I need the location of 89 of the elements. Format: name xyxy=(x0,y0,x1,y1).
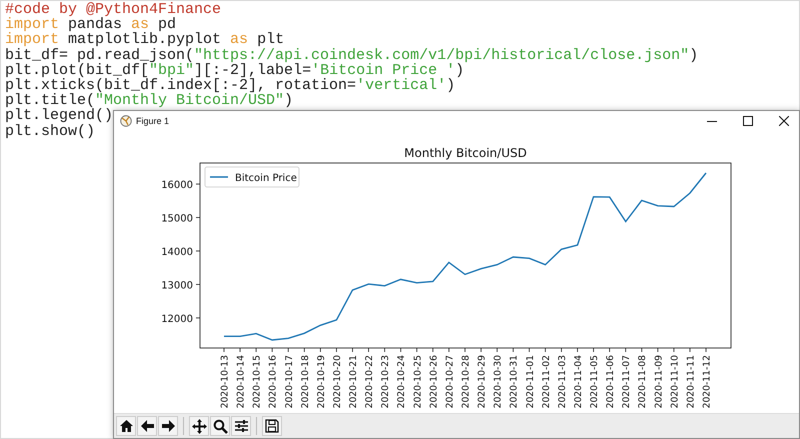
pan-button[interactable] xyxy=(189,416,209,436)
x-tick-label: 2020-11-02 xyxy=(540,355,552,408)
x-tick xyxy=(400,348,402,352)
x-tick-label: 2020-11-04 xyxy=(572,355,584,408)
code-line: import pandas as pd xyxy=(5,17,176,32)
x-tick xyxy=(352,348,353,352)
zoom-button[interactable] xyxy=(210,416,230,436)
forward-button[interactable] xyxy=(158,416,178,436)
x-tick-label: 2020-10-19 xyxy=(316,355,327,408)
maximize-icon[interactable] xyxy=(743,116,753,126)
x-tick-label: 2020-10-24 xyxy=(396,355,408,408)
x-tick xyxy=(641,348,642,352)
x-tick xyxy=(593,348,594,352)
x-tick xyxy=(432,348,434,352)
x-tick-label: 2020-11-10 xyxy=(669,355,680,408)
code-line: plt.title("Monthly Bitcoin/USD") xyxy=(5,93,294,108)
chart-title: Monthly Bitcoin/USD xyxy=(404,146,527,160)
x-tick xyxy=(496,348,498,352)
x-tick-label: 2020-11-06 xyxy=(605,355,616,408)
y-tick-label: 12000 xyxy=(161,314,193,325)
y-tick-label: 14000 xyxy=(161,246,193,258)
x-tick-label: 2020-11-11 xyxy=(685,355,696,408)
x-tick-label: 2020-10-27 xyxy=(444,355,456,408)
x-tick xyxy=(561,348,562,352)
y-tick xyxy=(196,284,200,285)
x-tick xyxy=(609,348,610,352)
legend-label: Bitcoin Price xyxy=(235,173,297,184)
x-tick xyxy=(577,348,578,352)
x-tick xyxy=(528,348,530,352)
x-tick xyxy=(657,348,658,352)
x-tick-label: 2020-10-14 xyxy=(236,355,247,408)
code-line: plt.xticks(bit_df.index[:-2], rotation='vertical') xyxy=(5,78,456,94)
code-line: #code by @Python4Finance xyxy=(5,2,222,18)
x-tick-label: 2020-10-28 xyxy=(460,355,472,408)
x-tick xyxy=(625,348,626,352)
x-tick xyxy=(368,348,369,352)
x-tick-label: 2020-10-30 xyxy=(492,355,504,408)
x-tick-label: 2020-11-05 xyxy=(589,355,600,408)
app-icon xyxy=(120,115,132,127)
x-tick-label: 2020-10-29 xyxy=(476,355,488,408)
x-tick xyxy=(464,348,466,352)
x-tick-label: 2020-10-22 xyxy=(364,355,376,408)
y-tick xyxy=(196,217,200,218)
y-tick-label: 13000 xyxy=(161,280,193,292)
code-line: plt.legend() xyxy=(5,108,114,124)
legend-line xyxy=(210,176,228,178)
x-tick-label: 2020-10-20 xyxy=(332,355,343,408)
y-tick xyxy=(196,250,200,252)
x-tick-label: 2020-10-23 xyxy=(380,355,392,408)
x-tick-label: 2020-10-21 xyxy=(348,355,360,408)
home-button[interactable] xyxy=(116,416,136,436)
x-tick xyxy=(304,348,305,352)
x-tick-label: 2020-11-07 xyxy=(621,355,632,408)
y-tick-label: 15000 xyxy=(161,214,193,225)
x-tick-label: 2020-10-17 xyxy=(284,355,295,408)
x-tick xyxy=(416,348,418,352)
x-tick xyxy=(544,348,546,352)
x-tick xyxy=(288,348,289,352)
x-tick-label: 2020-10-25 xyxy=(412,355,424,408)
save-button[interactable] xyxy=(262,416,282,436)
x-tick xyxy=(480,348,482,352)
close-icon[interactable] xyxy=(779,116,789,126)
x-tick-label: 2020-11-09 xyxy=(653,355,664,408)
x-tick-label: 2020-10-15 xyxy=(252,355,263,408)
code-line: plt.show() xyxy=(5,124,96,139)
x-tick-label: 2020-11-01 xyxy=(524,355,536,408)
x-tick xyxy=(384,348,386,352)
code-line: bit_df= pd.read_json("https://api.coindesk.com/v1/bpi/historical/close.json") xyxy=(5,48,698,63)
x-tick xyxy=(336,348,337,352)
x-tick xyxy=(320,348,321,352)
x-tick-label: 2020-10-31 xyxy=(508,355,520,408)
x-tick xyxy=(272,348,273,352)
x-tick-label: 2020-10-26 xyxy=(428,355,440,408)
x-tick xyxy=(512,348,514,352)
x-tick-label: 2020-11-03 xyxy=(556,355,568,408)
settings-button[interactable] xyxy=(231,416,251,436)
x-tick xyxy=(673,348,674,352)
code-line: plt.plot(bit_df["bpi"][:-2],label='Bitcoin Price ') xyxy=(5,62,464,78)
x-tick xyxy=(256,348,257,352)
x-tick-label: 2020-10-18 xyxy=(300,355,311,408)
x-tick xyxy=(448,348,450,352)
y-tick-label: 16000 xyxy=(161,180,193,192)
back-button[interactable] xyxy=(137,416,157,436)
x-tick-label: 2020-10-16 xyxy=(268,355,279,408)
code-line: import matplotlib.pyplot as plt xyxy=(5,32,284,48)
window-title: Figure 1 xyxy=(136,116,170,126)
x-tick-label: 2020-10-13 xyxy=(220,355,230,408)
x-tick-label: 2020-11-08 xyxy=(637,355,648,408)
x-tick-label: 2020-11-12 xyxy=(702,355,712,408)
